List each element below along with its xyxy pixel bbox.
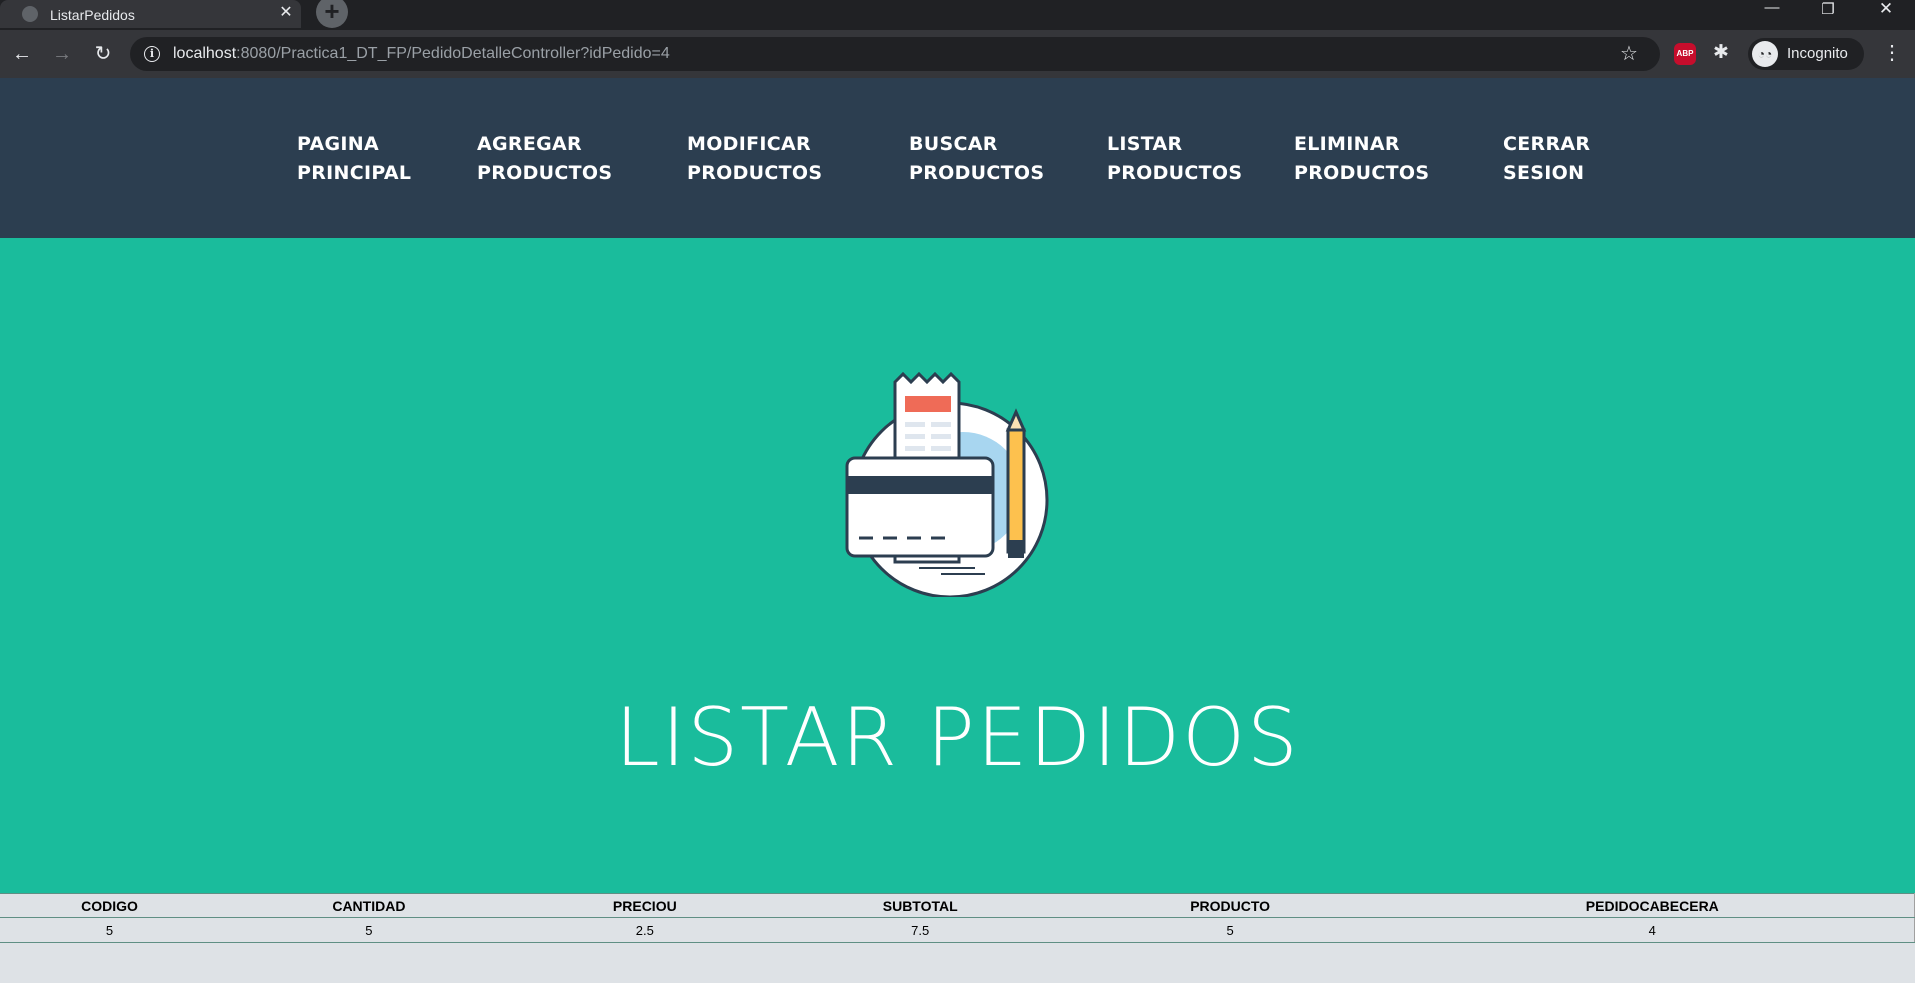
extensions-puzzle-icon[interactable]: ✱ <box>1713 41 1729 64</box>
cell-codigo: 5 <box>0 917 219 943</box>
close-window-icon[interactable]: ✕ <box>1858 0 1914 29</box>
close-tab-icon[interactable]: ✕ <box>276 3 296 23</box>
nav-link-cerrar-sesion[interactable]: CERRAR SESION <box>1503 130 1590 188</box>
column-header-subtotal: SUBTOTAL <box>770 893 1070 918</box>
nav-link-line1: PAGINA <box>297 133 379 155</box>
nav-link-line1: ELIMINAR <box>1294 133 1400 155</box>
site-info-icon[interactable]: i <box>144 46 160 62</box>
bookmark-star-icon[interactable]: ☆ <box>1620 41 1638 66</box>
masthead: LISTAR PEDIDOS <box>0 238 1915 893</box>
page-title: LISTAR PEDIDOS <box>615 691 1300 784</box>
cell-subtotal: 7.5 <box>770 917 1070 943</box>
incognito-icon: ◔◔ <box>1752 41 1778 67</box>
column-header-codigo: CODIGO <box>0 893 219 918</box>
nav-link-agregar-productos[interactable]: AGREGAR PRODUCTOS <box>477 130 612 188</box>
cell-pedidocabecera: 4 <box>1390 917 1915 943</box>
nav-link-line2: SESION <box>1503 162 1585 184</box>
nav-link-line1: LISTAR <box>1107 133 1183 155</box>
browser-menu-icon[interactable]: ⋮ <box>1882 40 1902 65</box>
restore-window-icon[interactable]: ❐ <box>1800 2 1856 30</box>
tab-title: ListarPedidos <box>50 7 135 23</box>
column-header-pedidocabecera: PEDIDOCABECERA <box>1390 893 1915 918</box>
globe-icon <box>22 6 38 22</box>
address-bar[interactable]: i localhost:8080/Practica1_DT_FP/PedidoD… <box>130 37 1660 71</box>
column-header-producto: PRODUCTO <box>1069 893 1391 918</box>
nav-link-listar-productos[interactable]: LISTAR PRODUCTOS <box>1107 130 1242 188</box>
back-arrow-icon[interactable]: ← <box>8 40 36 68</box>
forward-arrow-icon[interactable]: → <box>48 40 76 68</box>
url-path: :8080/Practica1_DT_FP/PedidoDetalleContr… <box>236 45 670 62</box>
nav-link-line1: MODIFICAR <box>687 133 811 155</box>
order-details-table: CODIGO CANTIDAD PRECIOU SUBTOTAL PRODUCT… <box>0 893 1915 943</box>
column-header-cantidad: CANTIDAD <box>218 893 519 918</box>
nav-link-line1: BUSCAR <box>909 133 998 155</box>
browser-tab-strip: ListarPedidos ✕ + — ❐ ✕ <box>0 0 1915 30</box>
incognito-label: Incognito <box>1787 45 1848 62</box>
adblock-plus-icon[interactable]: ABP <box>1674 43 1696 65</box>
url-host: localhost <box>173 45 237 62</box>
incognito-profile-button[interactable]: ◔◔ Incognito <box>1748 38 1864 70</box>
receipt-credit-card-icon <box>845 372 1049 597</box>
nav-link-buscar-productos[interactable]: BUSCAR PRODUCTOS <box>909 130 1044 188</box>
nav-link-modificar-productos[interactable]: MODIFICAR PRODUCTOS <box>687 130 822 188</box>
url-text[interactable]: localhost:8080/Practica1_DT_FP/PedidoDet… <box>173 45 670 63</box>
nav-link-line2: PRINCIPAL <box>297 162 412 184</box>
column-header-preciou: PRECIOU <box>518 893 771 918</box>
cell-cantidad: 5 <box>218 917 519 943</box>
new-tab-button[interactable]: + <box>316 0 348 28</box>
nav-link-line2: PRODUCTOS <box>687 162 823 184</box>
minimize-window-icon[interactable]: — <box>1744 0 1800 28</box>
nav-link-line2: PRODUCTOS <box>1294 162 1430 184</box>
site-navbar: PAGINA PRINCIPAL AGREGAR PRODUCTOS MODIF… <box>0 78 1915 238</box>
nav-link-line1: CERRAR <box>1503 133 1591 155</box>
cell-preciou: 2.5 <box>518 917 771 943</box>
nav-link-eliminar-productos[interactable]: ELIMINAR PRODUCTOS <box>1294 130 1429 188</box>
nav-link-pagina-principal[interactable]: PAGINA PRINCIPAL <box>297 130 411 188</box>
cell-producto: 5 <box>1069 917 1391 943</box>
browser-tab[interactable]: ListarPedidos ✕ <box>0 0 301 28</box>
browser-toolbar: ← → ↻ i localhost:8080/Practica1_DT_FP/P… <box>0 30 1915 78</box>
nav-link-line1: AGREGAR <box>477 133 582 155</box>
nav-link-line2: PRODUCTOS <box>1107 162 1243 184</box>
table-row: 5 5 2.5 7.5 5 4 <box>0 917 1915 943</box>
nav-link-line2: PRODUCTOS <box>909 162 1045 184</box>
nav-link-line2: PRODUCTOS <box>477 162 613 184</box>
table-header-row: CODIGO CANTIDAD PRECIOU SUBTOTAL PRODUCT… <box>0 893 1915 918</box>
reload-icon[interactable]: ↻ <box>89 40 117 68</box>
